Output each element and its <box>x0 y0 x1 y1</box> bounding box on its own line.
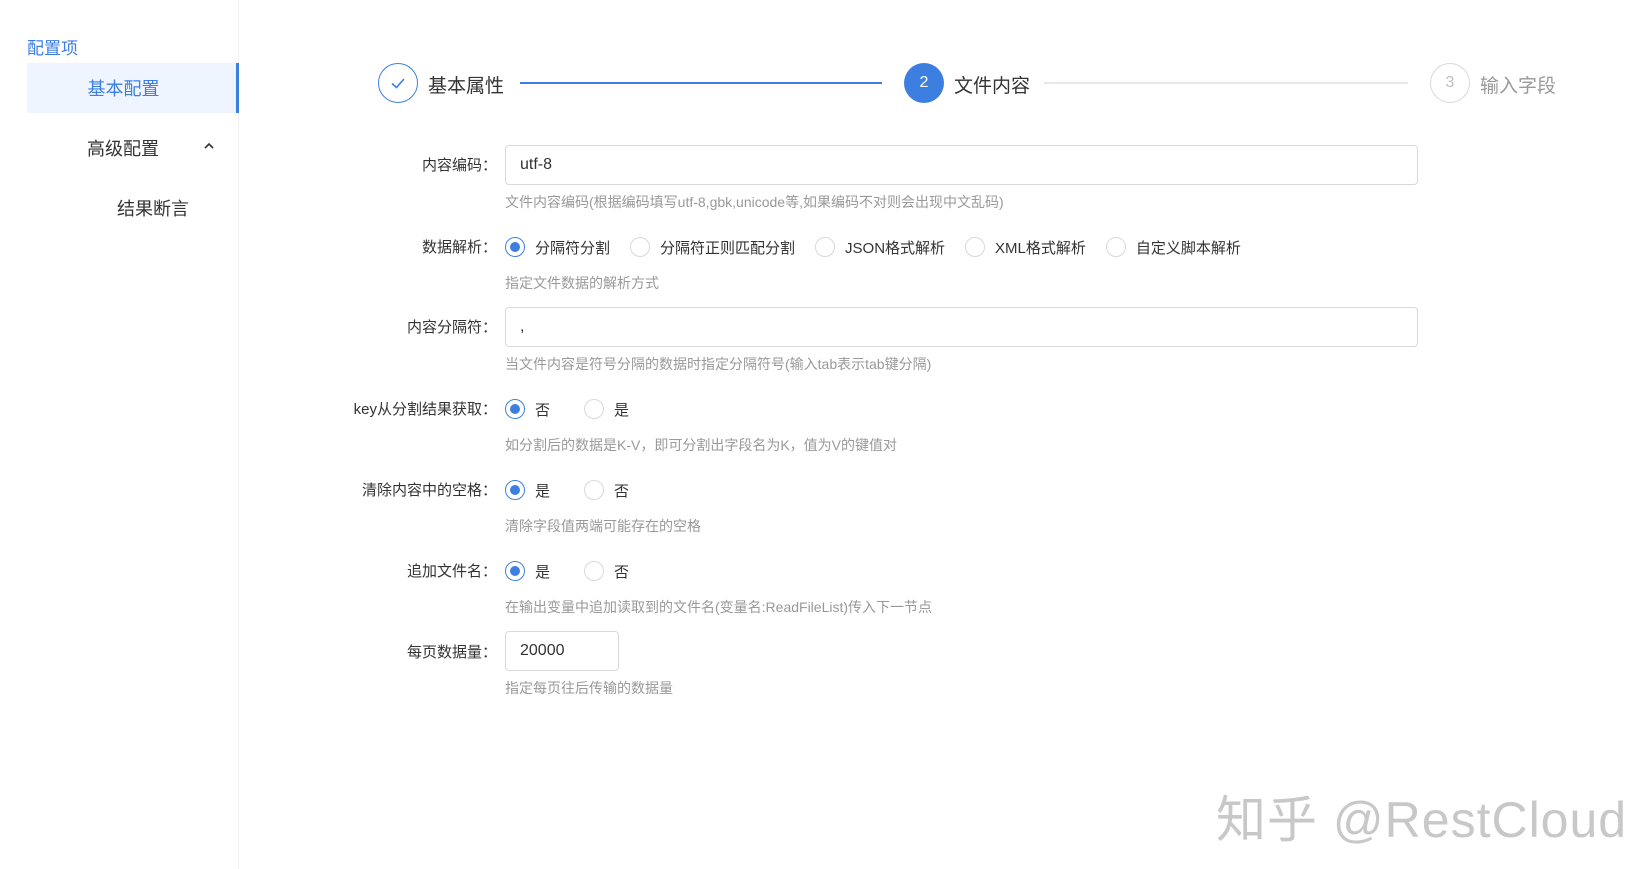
radio-dot <box>505 399 525 419</box>
radio-label: 分隔符分割 <box>535 239 611 257</box>
page-size-help: 指定每页往后传输的数据量 <box>505 680 673 696</box>
parse-help: 指定文件数据的解析方式 <box>505 275 659 291</box>
trim-spaces-option-no[interactable]: 否 <box>584 480 629 501</box>
radio-label: JSON格式解析 <box>845 239 946 257</box>
encoding-help: 文件内容编码(根据编码填写utf-8,gbk,unicode等,如果编码不对则会… <box>505 194 1004 210</box>
parse-option-json[interactable]: JSON格式解析 <box>815 237 945 258</box>
radio-label: 是 <box>614 401 630 419</box>
radio-label: 是 <box>535 563 551 581</box>
radio-label: 是 <box>535 482 551 500</box>
parse-option-delimiter[interactable]: 分隔符分割 <box>505 237 610 258</box>
page-size-input[interactable]: 20000 <box>505 631 619 671</box>
append-filename-option-no[interactable]: 否 <box>584 561 629 582</box>
radio-label: 否 <box>614 482 630 500</box>
append-filename-help: 在输出变量中追加读取到的文件名(变量名:ReadFileList)传入下一节点 <box>505 599 933 615</box>
step-1-label[interactable]: 基本属性 <box>428 71 504 98</box>
radio-dot <box>584 480 605 500</box>
step-1-check-icon <box>378 63 418 103</box>
radio-dot <box>505 237 525 257</box>
parse-option-script[interactable]: 自定义脚本解析 <box>1105 237 1241 258</box>
sidebar-item-basic-config[interactable]: 基本配置 <box>27 63 239 113</box>
watermark: 知乎 @RestCloud <box>1216 792 1628 848</box>
parse-radio-group: 分隔符分割 分隔符正则匹配分割 JSON格式解析 XML格式解析 自定义脚本解析 <box>505 235 1261 259</box>
radio-dot <box>505 480 525 500</box>
key-from-split-label: key从分割结果获取： <box>353 401 497 418</box>
trim-spaces-label: 清除内容中的空格： <box>361 482 497 499</box>
trim-spaces-option-yes[interactable]: 是 <box>505 480 550 501</box>
sidebar: 配置项 基本配置 高级配置 结果断言 <box>0 0 239 869</box>
trim-spaces-help: 清除字段值两端可能存在的空格 <box>505 518 701 534</box>
check-icon <box>391 78 405 89</box>
radio-dot <box>965 237 986 257</box>
step-3-label[interactable]: 输入字段 <box>1480 71 1556 98</box>
parse-option-regex[interactable]: 分隔符正则匹配分割 <box>630 237 795 258</box>
step-2-label[interactable]: 文件内容 <box>954 71 1030 98</box>
radio-label: XML格式解析 <box>995 239 1086 257</box>
radio-label: 自定义脚本解析 <box>1135 239 1241 257</box>
page-size-label: 每页数据量： <box>406 644 497 661</box>
parse-option-xml[interactable]: XML格式解析 <box>965 237 1086 258</box>
separator-input[interactable]: , <box>505 307 1418 347</box>
sidebar-item-result-assertion[interactable]: 结果断言 <box>27 183 239 233</box>
trim-spaces-radio-group: 是 否 <box>505 478 649 502</box>
radio-dot <box>584 561 605 581</box>
sidebar-item-advanced-config[interactable]: 高级配置 <box>27 123 239 173</box>
radio-dot <box>1105 237 1126 257</box>
sidebar-item-label: 高级配置 <box>87 139 159 159</box>
sidebar-item-label: 基本配置 <box>87 79 160 99</box>
radio-dot <box>815 237 836 257</box>
encoding-label: 内容编码： <box>421 157 497 174</box>
radio-dot <box>505 561 525 581</box>
chevron-up-icon <box>204 142 214 149</box>
steps: 基本属性 2 文件内容 3 输入字段 <box>378 63 1556 105</box>
radio-label: 分隔符正则匹配分割 <box>660 239 796 257</box>
append-filename-radio-group: 是 否 <box>505 559 649 583</box>
key-from-split-help: 如分割后的数据是K-V，即可分割出字段名为K，值为V的键值对 <box>505 437 898 453</box>
key-from-split-option-yes[interactable]: 是 <box>584 399 629 420</box>
encoding-input[interactable]: utf-8 <box>505 145 1418 185</box>
sidebar-title: 配置项 <box>27 39 78 58</box>
parse-label: 数据解析： <box>421 239 497 256</box>
radio-dot <box>584 399 605 419</box>
radio-dot <box>630 237 651 257</box>
radio-label: 否 <box>614 563 630 581</box>
append-filename-label: 追加文件名： <box>406 563 497 580</box>
separator-help: 当文件内容是符号分隔的数据时指定分隔符号(输入tab表示tab键分隔) <box>505 356 932 372</box>
key-from-split-option-no[interactable]: 否 <box>505 399 550 420</box>
append-filename-option-yes[interactable]: 是 <box>505 561 550 582</box>
step-3-number: 3 <box>1430 63 1470 103</box>
step-connector <box>1044 82 1408 84</box>
radio-label: 否 <box>535 401 551 419</box>
step-2-number: 2 <box>904 63 944 103</box>
sidebar-item-label: 结果断言 <box>117 199 189 219</box>
separator-label: 内容分隔符： <box>406 319 497 336</box>
step-connector <box>520 82 882 84</box>
key-from-split-radio-group: 否 是 <box>505 397 649 421</box>
